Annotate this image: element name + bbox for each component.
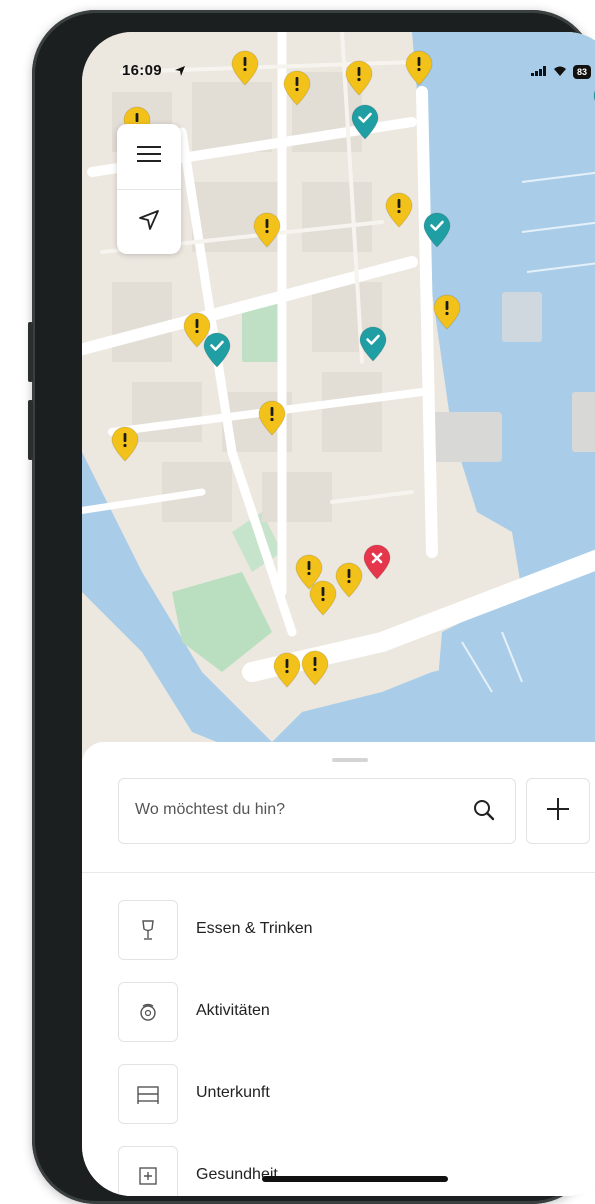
exclamation-icon bbox=[307, 561, 311, 576]
checked-pin[interactable] bbox=[350, 104, 380, 140]
battery-indicator: 83 bbox=[572, 65, 591, 79]
locate-button[interactable] bbox=[117, 190, 181, 254]
exclamation-icon bbox=[285, 659, 289, 674]
exclamation-icon bbox=[123, 433, 127, 448]
category-aktivitaeten[interactable]: Aktivitäten bbox=[118, 982, 588, 1046]
warning-pin[interactable] bbox=[257, 400, 287, 436]
warning-pin[interactable] bbox=[334, 562, 364, 598]
screen: 16:09 83 Wo möchtest du hin? Essen & Tri… bbox=[82, 32, 595, 1196]
status-time: 16:09 bbox=[122, 62, 162, 79]
status-icons: 83 bbox=[530, 63, 591, 81]
drink-glass-icon bbox=[118, 900, 178, 960]
status-bar: 16:09 83 bbox=[82, 62, 595, 86]
exclamation-icon bbox=[270, 407, 274, 422]
warning-pin[interactable] bbox=[432, 294, 462, 330]
exclamation-icon bbox=[397, 199, 401, 214]
bed-icon bbox=[118, 1064, 178, 1124]
sheet-handle[interactable] bbox=[332, 758, 368, 762]
activity-hand-icon bbox=[118, 982, 178, 1042]
warning-pin[interactable] bbox=[110, 426, 140, 462]
exclamation-icon bbox=[321, 587, 325, 602]
warning-pin[interactable] bbox=[252, 212, 282, 248]
home-indicator[interactable] bbox=[262, 1176, 448, 1182]
warning-pin[interactable] bbox=[384, 192, 414, 228]
category-label: Essen & Trinken bbox=[196, 920, 313, 937]
map-controls bbox=[117, 124, 181, 254]
bottom-sheet: Wo möchtest du hin? Essen & Trinken Akti… bbox=[82, 742, 595, 1196]
signal-icon bbox=[530, 63, 547, 81]
exclamation-icon bbox=[265, 219, 269, 234]
category-label: Unterkunft bbox=[196, 1084, 270, 1101]
checked-pin[interactable] bbox=[422, 212, 452, 248]
warning-pin[interactable] bbox=[272, 652, 302, 688]
menu-button[interactable] bbox=[117, 124, 181, 188]
category-unterkunft[interactable]: Unterkunft bbox=[118, 1064, 588, 1128]
wifi-icon bbox=[553, 63, 567, 81]
category-gesundheit[interactable]: Gesundheit bbox=[118, 1146, 588, 1196]
navigation-arrow-icon bbox=[138, 209, 160, 236]
location-arrow-icon bbox=[174, 64, 186, 82]
medical-plus-icon bbox=[118, 1146, 178, 1196]
add-button[interactable] bbox=[526, 778, 590, 844]
exclamation-icon bbox=[195, 319, 199, 334]
plus-icon bbox=[547, 797, 569, 825]
search-field[interactable]: Wo möchtest du hin? bbox=[118, 778, 516, 844]
exclamation-icon bbox=[347, 569, 351, 584]
checked-pin[interactable] bbox=[358, 326, 388, 362]
exclamation-icon bbox=[445, 301, 449, 316]
sheet-divider bbox=[82, 872, 595, 873]
exclamation-icon bbox=[313, 657, 317, 672]
blocked-pin[interactable] bbox=[362, 544, 392, 580]
checked-pin[interactable] bbox=[202, 332, 232, 368]
side-button bbox=[28, 322, 33, 382]
warning-pin[interactable] bbox=[300, 650, 330, 686]
category-essen-trinken[interactable]: Essen & Trinken bbox=[118, 900, 588, 964]
search-icon[interactable] bbox=[473, 799, 495, 826]
hamburger-menu-icon bbox=[137, 145, 161, 168]
search-placeholder: Wo möchtest du hin? bbox=[135, 801, 286, 818]
category-label: Aktivitäten bbox=[196, 1002, 270, 1019]
phone-frame: 16:09 83 Wo möchtest du hin? Essen & Tri… bbox=[28, 10, 595, 1204]
side-button bbox=[28, 400, 33, 460]
